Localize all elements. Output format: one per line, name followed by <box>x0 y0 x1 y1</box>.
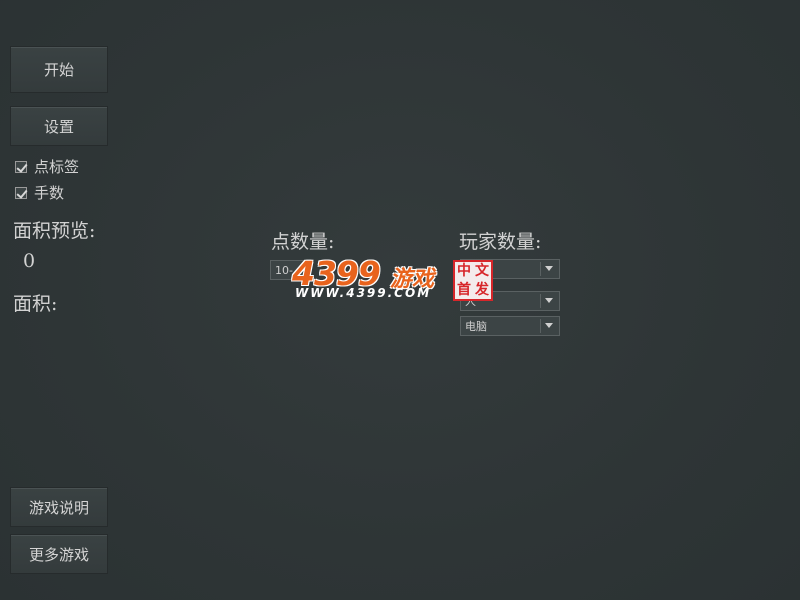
more-games-button[interactable]: 更多游戏 <box>10 534 108 574</box>
dropdown-arrow-icon <box>545 298 553 303</box>
area-preview-label: 面积预览: <box>13 220 96 242</box>
point-count-value: 10- <box>275 263 293 277</box>
settings-button[interactable]: 设置 <box>10 106 108 146</box>
player-count-label: 玩家数量: <box>459 231 542 253</box>
instructions-button[interactable]: 游戏说明 <box>10 487 108 527</box>
select-divider <box>540 262 541 276</box>
4399-logo: 4399 游戏 WWW.4399.COM 中 文 首 发 <box>292 257 502 307</box>
select-divider <box>540 294 541 308</box>
point-count-label: 点数量: <box>271 231 335 253</box>
seal-char: 文 <box>475 263 489 280</box>
chinese-first-release-seal: 中 文 首 发 <box>453 260 493 301</box>
area-label: 面积: <box>13 293 58 315</box>
dropdown-arrow-icon <box>545 323 553 328</box>
dropdown-arrow-icon <box>545 266 553 271</box>
logo-url-text: WWW.4399.COM <box>295 286 432 300</box>
area-preview-value: 0 <box>23 250 36 272</box>
seal-char: 发 <box>475 281 489 298</box>
move-count-option[interactable]: 手数 <box>15 182 64 203</box>
point-labels-label: 点标签 <box>34 158 80 176</box>
move-count-checkbox[interactable] <box>15 186 27 199</box>
player-3-select[interactable]: 电脑 <box>460 316 560 336</box>
seal-char: 中 <box>457 263 471 280</box>
select-divider <box>540 319 541 333</box>
seal-char: 首 <box>457 281 471 298</box>
move-count-label: 手数 <box>34 184 65 202</box>
player-3-value: 电脑 <box>465 320 487 333</box>
start-button[interactable]: 开始 <box>10 46 108 93</box>
point-labels-checkbox[interactable] <box>15 160 27 173</box>
point-labels-option[interactable]: 点标签 <box>15 156 79 177</box>
